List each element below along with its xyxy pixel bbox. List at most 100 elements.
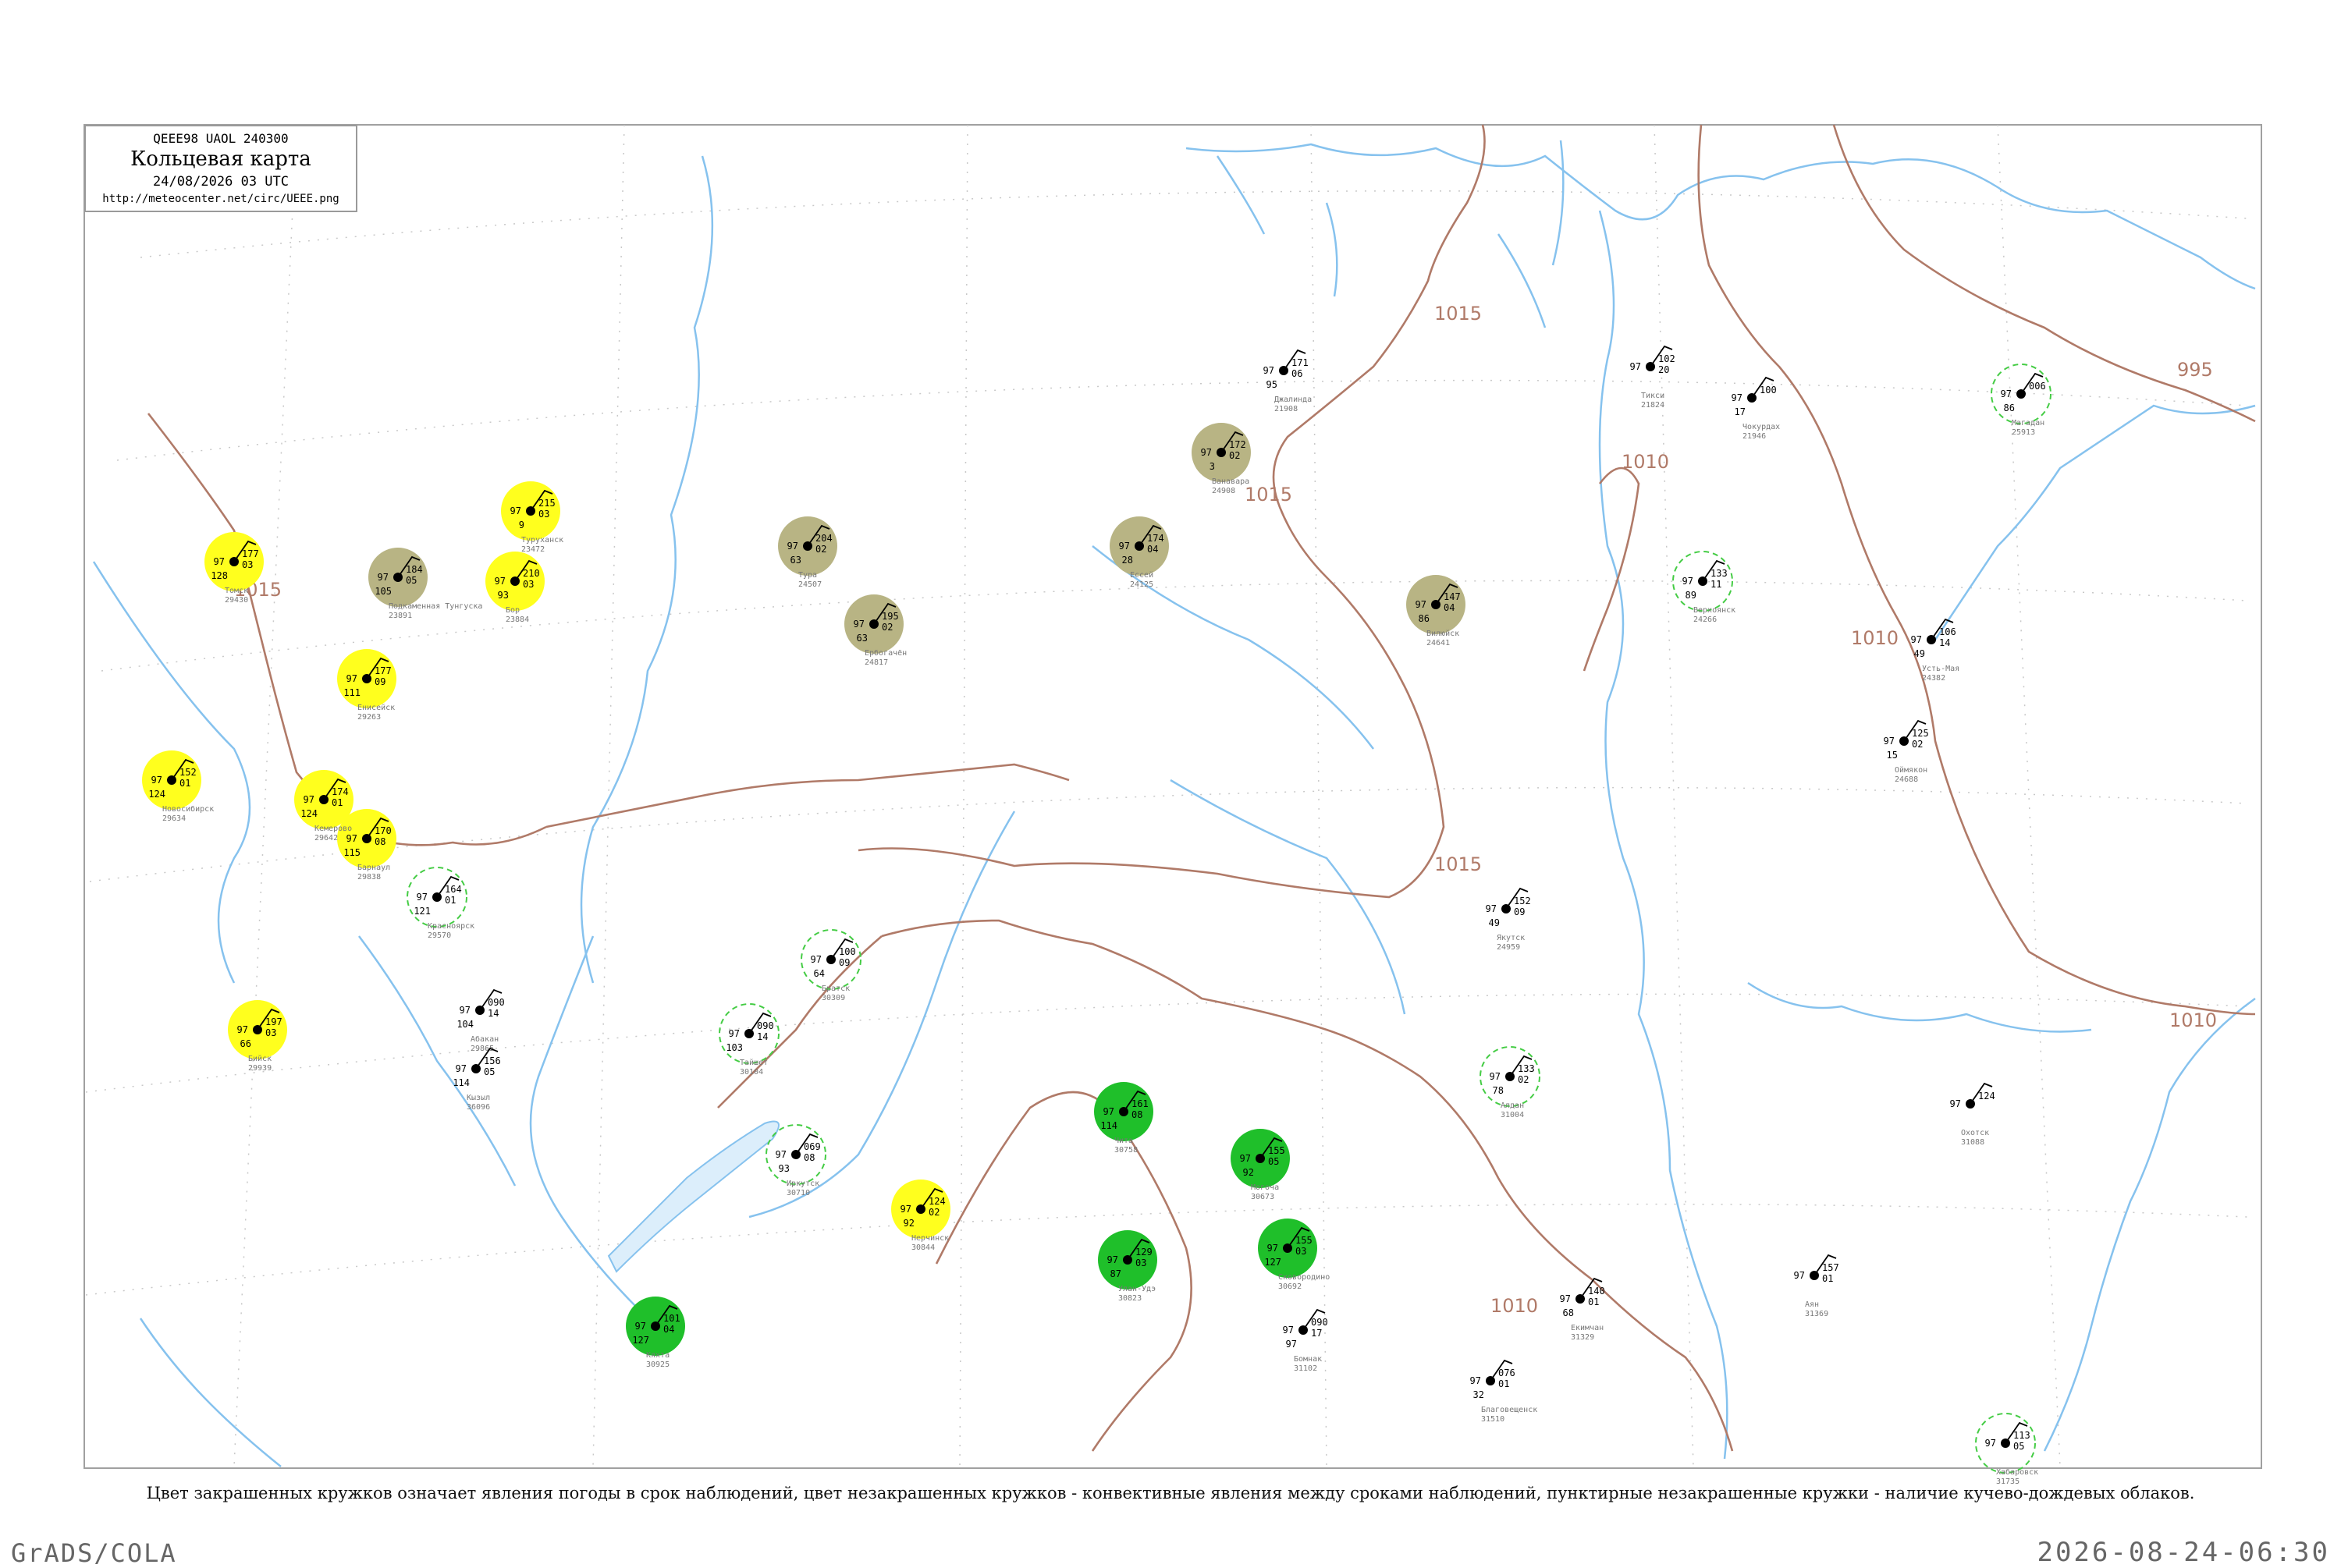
station-visibility: 97 xyxy=(1286,1339,1297,1350)
station-tendency: 02 xyxy=(1229,450,1240,461)
station-pressure: 101 xyxy=(663,1313,680,1324)
station-name: Тикси xyxy=(1641,392,1664,400)
station-index: 29939 xyxy=(248,1064,272,1073)
station-temperature: 97 xyxy=(378,572,389,583)
station-visibility: 63 xyxy=(790,555,801,566)
station-temperature: 97 xyxy=(1103,1106,1114,1117)
station-visibility: 105 xyxy=(375,586,392,597)
station-tendency: 02 xyxy=(1518,1074,1529,1085)
station-pressure: 215 xyxy=(538,498,556,509)
station-visibility: 127 xyxy=(1264,1257,1281,1268)
station-pressure: 113 xyxy=(2013,1430,2030,1441)
station-name: Улан-Удэ xyxy=(1118,1285,1156,1293)
station-index: 24266 xyxy=(1693,615,1717,624)
station-visibility: 49 xyxy=(1489,917,1500,928)
isobar-label: 1015 xyxy=(1245,484,1292,506)
station-temperature: 97 xyxy=(635,1321,646,1332)
station-visibility: 68 xyxy=(1563,1307,1574,1318)
station-tendency: 08 xyxy=(375,836,385,847)
station-index: 21908 xyxy=(1274,405,1298,413)
station-name: Иркутск xyxy=(787,1180,819,1188)
station-tendency: 14 xyxy=(757,1031,768,1042)
station-temperature: 97 xyxy=(1682,576,1693,587)
station-pressure: 177 xyxy=(242,548,259,559)
station-name: Барнаул xyxy=(357,864,390,872)
station-index: 30844 xyxy=(911,1243,935,1252)
station-pressure: 129 xyxy=(1135,1247,1153,1258)
station-name: Могоча xyxy=(1251,1183,1279,1192)
station-visibility: 78 xyxy=(1493,1085,1504,1096)
isobar-label: 1015 xyxy=(1434,303,1482,325)
station-pressure: 197 xyxy=(265,1016,282,1027)
station-pressure: 090 xyxy=(1311,1317,1328,1328)
map-caption: Цвет закрашенных кружков означает явлени… xyxy=(146,1484,2195,1502)
station-temperature: 97 xyxy=(346,673,357,684)
station-tendency: 04 xyxy=(1147,544,1158,555)
station-tendency: 01 xyxy=(445,895,456,906)
station-tendency: 06 xyxy=(1291,368,1302,379)
station-visibility: 32 xyxy=(1473,1389,1484,1400)
station-pressure: 164 xyxy=(445,884,462,895)
station-name: Кемерово xyxy=(314,825,352,833)
station-name: Тайшет xyxy=(740,1058,768,1067)
station-name: Ессей xyxy=(1130,570,1153,580)
station-pressure: 006 xyxy=(2029,381,2046,392)
station-visibility: 127 xyxy=(632,1335,649,1346)
map-title-box: QEEE98 UAOL 240300 Кольцевая карта 24/08… xyxy=(84,125,357,212)
station-temperature: 97 xyxy=(1416,599,1426,610)
station-index: 30692 xyxy=(1278,1282,1302,1291)
station-temperature: 97 xyxy=(304,794,314,805)
station-name: Якутск xyxy=(1497,934,1525,942)
weather-map: 1015 1015 1015 1015 1010 1010 1010 1010 … xyxy=(83,124,2262,1486)
station-visibility: 104 xyxy=(456,1019,474,1030)
station-name: Ербогачён xyxy=(865,648,907,658)
station-pressure: 204 xyxy=(815,533,833,544)
station-pressure: 124 xyxy=(1978,1091,1995,1102)
station-index: 30309 xyxy=(822,994,845,1002)
station-temperature: 97 xyxy=(1263,365,1274,376)
isobar-label: 1010 xyxy=(1622,451,1669,473)
station-index: 24507 xyxy=(798,580,822,589)
station-pressure: 133 xyxy=(1518,1063,1535,1074)
station-temperature: 97 xyxy=(1201,447,1212,458)
station-name: Братск xyxy=(822,984,850,993)
station-visibility: 121 xyxy=(414,906,431,917)
isobar-label: 1015 xyxy=(1434,853,1482,875)
station-index: 30823 xyxy=(1118,1294,1142,1303)
station-name: Кызыл xyxy=(467,1094,490,1102)
station-index: 31088 xyxy=(1961,1138,1984,1147)
station-name: Аян xyxy=(1805,1300,1819,1309)
station-index: 24125 xyxy=(1130,580,1153,589)
station-tendency: 08 xyxy=(804,1152,815,1163)
station-name: Усть-Мая xyxy=(1922,665,1959,673)
station-name: Бор xyxy=(506,606,520,615)
station-visibility: 114 xyxy=(453,1077,470,1088)
station-temperature: 97 xyxy=(1240,1153,1251,1164)
station-visibility: 124 xyxy=(300,808,318,819)
station-index: 30925 xyxy=(646,1360,670,1369)
station-temperature: 97 xyxy=(1985,1438,1996,1449)
station-visibility: 64 xyxy=(814,968,825,979)
station-index: 23891 xyxy=(389,612,412,620)
station-tendency: 05 xyxy=(1268,1156,1279,1167)
station-name: Хабаровск xyxy=(1996,1467,2038,1477)
station-visibility: 15 xyxy=(1887,750,1898,761)
isobar-label: 1010 xyxy=(2169,1009,2217,1031)
station-pressure: 090 xyxy=(757,1020,774,1031)
station-name: Новосибирск xyxy=(162,804,214,814)
source-url[interactable]: http://meteocenter.net/circ/UEEE.png xyxy=(86,193,356,205)
station-tendency: 02 xyxy=(929,1207,940,1218)
station-pressure: 155 xyxy=(1295,1235,1313,1246)
station-pressure: 156 xyxy=(484,1055,501,1066)
station-tendency: 11 xyxy=(1710,579,1721,590)
station-index: 25913 xyxy=(2012,428,2035,437)
station-visibility: 87 xyxy=(1110,1268,1121,1279)
station-visibility: 128 xyxy=(211,570,228,581)
station-pressure: 069 xyxy=(804,1141,821,1152)
station-tendency: 01 xyxy=(332,797,343,808)
station-temperature: 97 xyxy=(510,506,521,516)
station-index: 21824 xyxy=(1641,401,1664,410)
station-temperature: 97 xyxy=(1950,1098,1961,1109)
station-tendency: 03 xyxy=(1295,1246,1306,1257)
station-temperature: 97 xyxy=(1732,392,1742,403)
